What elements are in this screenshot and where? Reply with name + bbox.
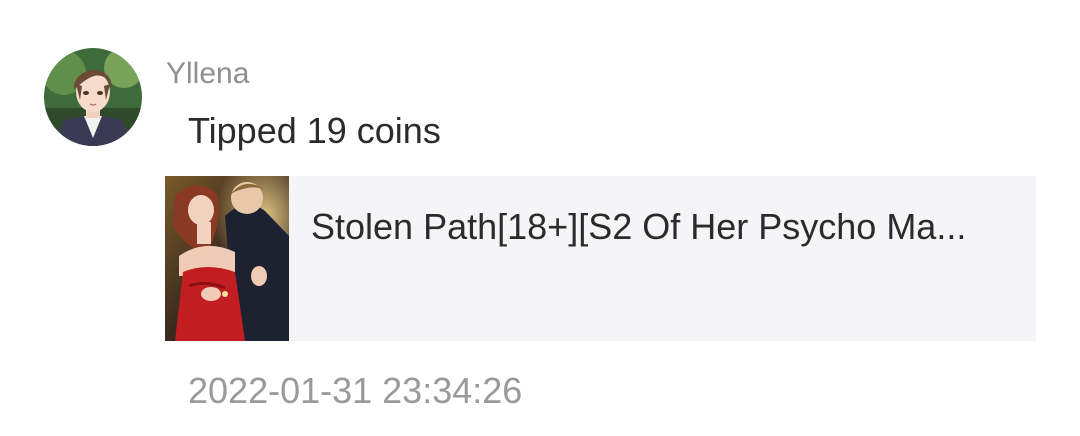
tip-message: Tipped 19 coins <box>188 110 441 151</box>
anime-man-avatar-icon <box>44 48 142 146</box>
comment-timestamp: 2022-01-31 23:34:26 <box>188 370 523 411</box>
tip-comment: Yllena Tipped 19 coins Stolen Path[18+][… <box>0 0 1080 436</box>
book-title[interactable]: Stolen Path[18+][S2 Of Her Psycho Ma... <box>311 206 1011 248</box>
book-cover <box>165 176 289 341</box>
book-cover-image-icon <box>165 176 289 341</box>
book-link-card[interactable]: Stolen Path[18+][S2 Of Her Psycho Ma... <box>165 176 1036 341</box>
username[interactable]: Yllena <box>166 56 249 92</box>
user-avatar[interactable] <box>44 48 142 146</box>
